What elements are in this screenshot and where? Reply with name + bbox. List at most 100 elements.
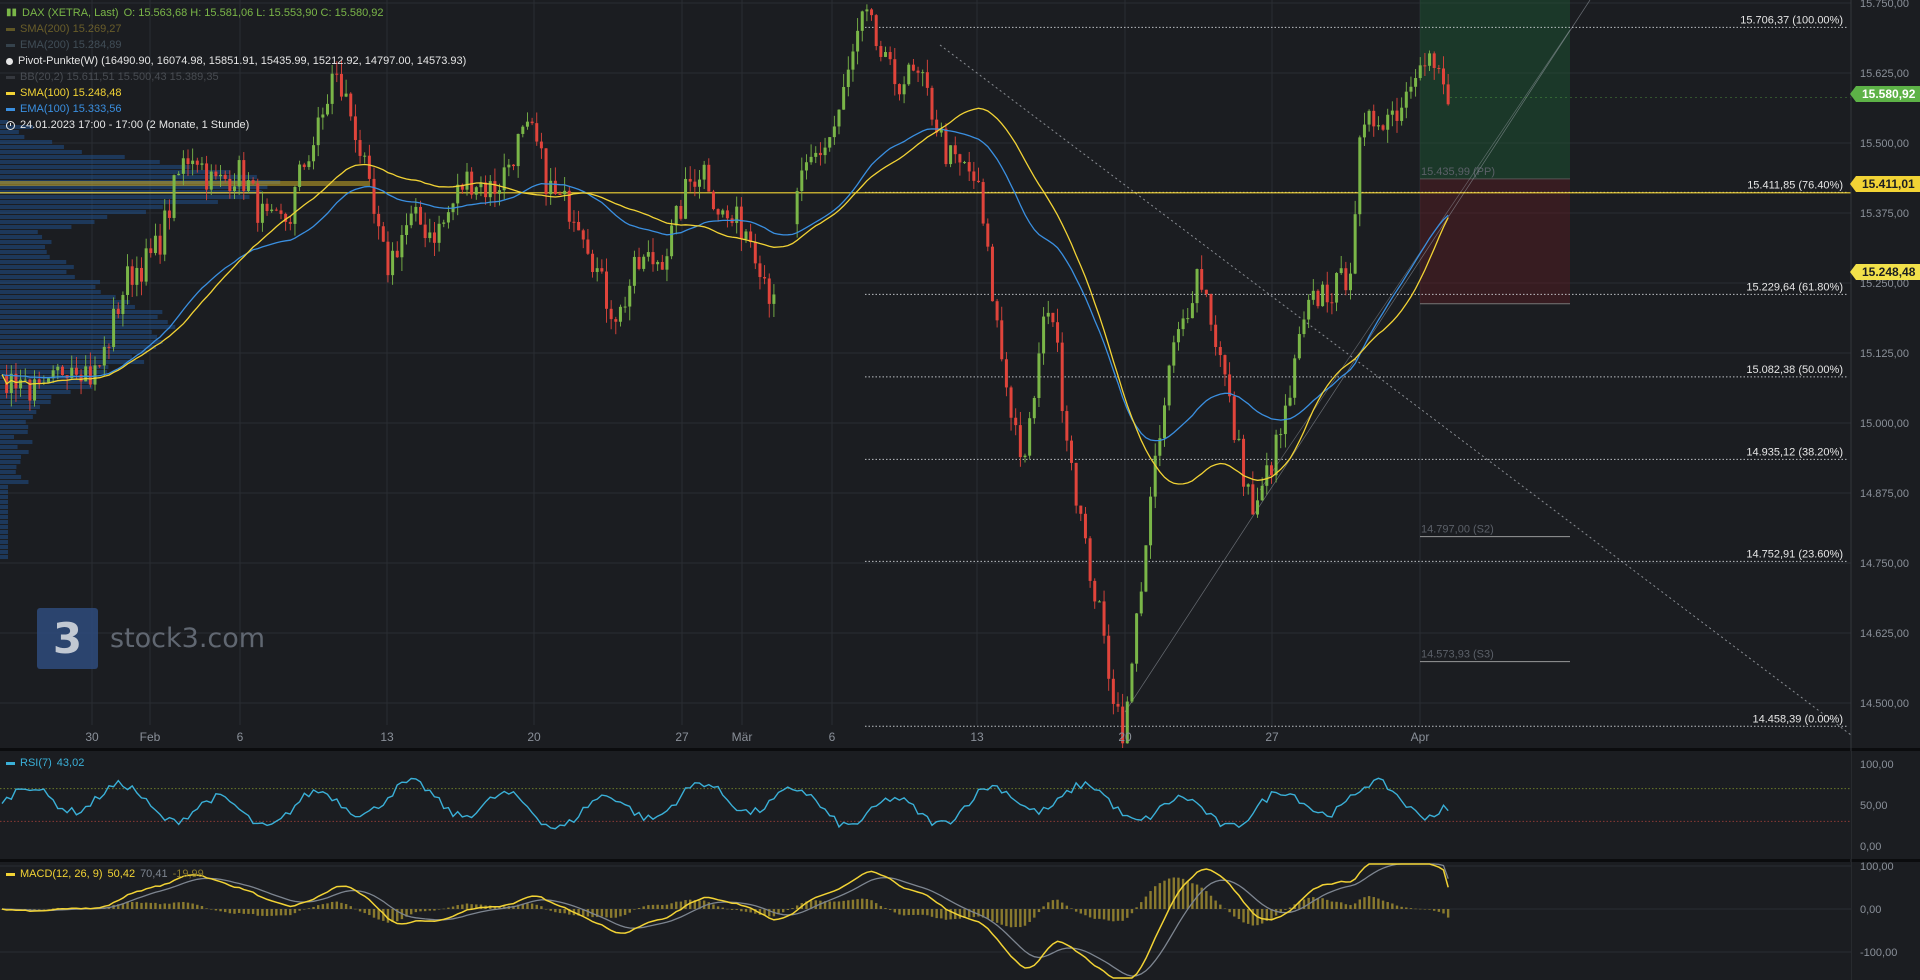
volume-bar bbox=[0, 505, 8, 509]
macd-histogram-bar bbox=[1149, 891, 1152, 909]
rsi-legend[interactable]: RSI(7) 43,02 bbox=[6, 755, 84, 771]
candle-body bbox=[944, 128, 948, 165]
price-axis[interactable]: 15.750,0015.625,0015.500,0015.375,0015.2… bbox=[1860, 0, 1909, 710]
candle-body bbox=[521, 126, 525, 134]
volume-bar bbox=[0, 350, 147, 354]
legend-instrument[interactable]: ▮▮ DAX (XETRA, Last) O: 15.563,68 H: 15.… bbox=[6, 5, 466, 21]
macd-histogram-bar bbox=[1223, 908, 1227, 910]
macd-histogram-bar bbox=[740, 909, 743, 912]
macd-histogram-bar bbox=[447, 907, 450, 909]
candle-body bbox=[1265, 465, 1269, 486]
macd-histogram-bar bbox=[349, 906, 352, 909]
macd-histogram-bar bbox=[628, 909, 631, 913]
price-tick-label: 14.500,00 bbox=[1860, 698, 1909, 710]
candle-body bbox=[1279, 434, 1283, 436]
macd-histogram-bar bbox=[730, 909, 734, 910]
candle-body bbox=[214, 171, 218, 177]
fib-label: 15.411,85 (76.40%) bbox=[1747, 179, 1843, 191]
macd-histogram-bar bbox=[842, 900, 845, 909]
macd-histogram-bar bbox=[614, 909, 617, 918]
candle-body bbox=[1260, 485, 1264, 501]
candle-body bbox=[1256, 500, 1259, 515]
macd-histogram-bar bbox=[1061, 902, 1064, 909]
pane-separator-2[interactable] bbox=[0, 859, 1920, 862]
legend-sma100[interactable]: SMA(100) 15.248,48 bbox=[6, 85, 466, 101]
candle-body bbox=[195, 160, 199, 165]
time-tick-label: Apr bbox=[1411, 730, 1430, 744]
macd-histogram-bar bbox=[317, 905, 320, 909]
pivot-label: 15.435,99 (PP) bbox=[1421, 166, 1495, 178]
candle-body bbox=[414, 206, 418, 214]
volume-bar bbox=[0, 515, 8, 519]
legend-ema100[interactable]: EMA(100) 15.333,56 bbox=[6, 101, 466, 117]
macd-legend[interactable]: MACD(12, 26, 9) 50,42 70,41 -19,99 bbox=[6, 866, 204, 882]
candle-body bbox=[307, 161, 311, 168]
candle-body bbox=[795, 191, 799, 225]
candle-body bbox=[818, 152, 822, 156]
candle-body bbox=[888, 52, 892, 60]
candle-body bbox=[1423, 65, 1427, 67]
macd-histogram-bar bbox=[1107, 909, 1110, 921]
macd-histogram-bar bbox=[902, 909, 906, 916]
volume-bar bbox=[0, 195, 250, 199]
volume-bar bbox=[0, 160, 160, 164]
macd-histogram-bar bbox=[1079, 909, 1082, 914]
volume-bar bbox=[0, 540, 8, 544]
candle-body bbox=[637, 256, 641, 269]
candle-body bbox=[1190, 303, 1194, 319]
volume-bar bbox=[0, 485, 8, 489]
candle-body bbox=[744, 231, 748, 239]
chart-canvas[interactable]: 15.435,99 (PP) 14.797,00 (S2) 14.573,93 (S… bbox=[0, 0, 1920, 980]
macd-histogram-bar bbox=[224, 909, 227, 913]
legend-sma200[interactable]: SMA(200) 15.269,27 bbox=[6, 21, 466, 37]
candle-body bbox=[1200, 269, 1204, 290]
candle-body bbox=[484, 182, 488, 198]
candle-body bbox=[1335, 273, 1339, 303]
legend-pivot[interactable]: Pivot-Punkte(W) (16490.90, 16074.98, 158… bbox=[6, 53, 466, 69]
pane-separator-1[interactable] bbox=[0, 748, 1920, 751]
candle-body bbox=[112, 308, 116, 348]
volume-bar bbox=[0, 135, 25, 139]
macd-histogram-bar bbox=[1437, 909, 1441, 912]
candle-body bbox=[423, 224, 427, 239]
candle-body bbox=[302, 164, 306, 168]
volume-bar bbox=[0, 330, 152, 334]
macd-histogram-bar bbox=[879, 905, 883, 909]
candle-body bbox=[1144, 545, 1148, 592]
macd-histogram-bar bbox=[456, 905, 459, 909]
volume-bar bbox=[0, 290, 101, 294]
macd-histogram-bar bbox=[38, 909, 41, 910]
candle-body bbox=[674, 206, 678, 226]
volume-bar bbox=[0, 275, 75, 279]
macd-histogram-bar bbox=[340, 902, 343, 909]
legend-bb[interactable]: BB(20,2) 15.611,51 15.500,43 15.389,35 bbox=[6, 69, 466, 85]
time-tick-label: 13 bbox=[970, 730, 984, 744]
macd-histogram-bar bbox=[1098, 909, 1101, 919]
volume-bar bbox=[0, 245, 45, 249]
price-tick-label: 14.750,00 bbox=[1860, 558, 1909, 570]
volume-bar bbox=[0, 140, 53, 144]
volume-bar bbox=[0, 230, 38, 234]
line-icon bbox=[6, 27, 15, 31]
legend-period[interactable]: 24.01.2023 17:00 - 17:00 (2 Monate, 1 St… bbox=[6, 117, 466, 133]
candle-body bbox=[897, 84, 901, 95]
macd-histogram-bar bbox=[851, 899, 855, 909]
candle-body bbox=[507, 164, 511, 168]
volume-poc-bar bbox=[0, 181, 370, 186]
macd-tick-label: -100,00 bbox=[1860, 947, 1897, 959]
candle-body bbox=[632, 256, 636, 286]
chart-app: 15.435,99 (PP) 14.797,00 (S2) 14.573,93 (S… bbox=[0, 0, 1920, 980]
volume-bar bbox=[0, 340, 163, 344]
candle-body bbox=[949, 145, 953, 165]
macd-histogram-bar bbox=[1070, 908, 1073, 909]
volume-bar bbox=[0, 535, 8, 539]
candle-body bbox=[688, 178, 692, 182]
macd-histogram-bar bbox=[289, 909, 292, 916]
macd-histogram-bar bbox=[1102, 909, 1106, 920]
candle-body bbox=[684, 178, 688, 219]
volume-bar bbox=[0, 455, 22, 459]
macd-histogram-bar bbox=[354, 908, 357, 910]
macd-tick-label: 100,00 bbox=[1860, 861, 1894, 873]
legend-ema200[interactable]: EMA(200) 15.284,89 bbox=[6, 37, 466, 53]
candle-body bbox=[930, 87, 934, 120]
